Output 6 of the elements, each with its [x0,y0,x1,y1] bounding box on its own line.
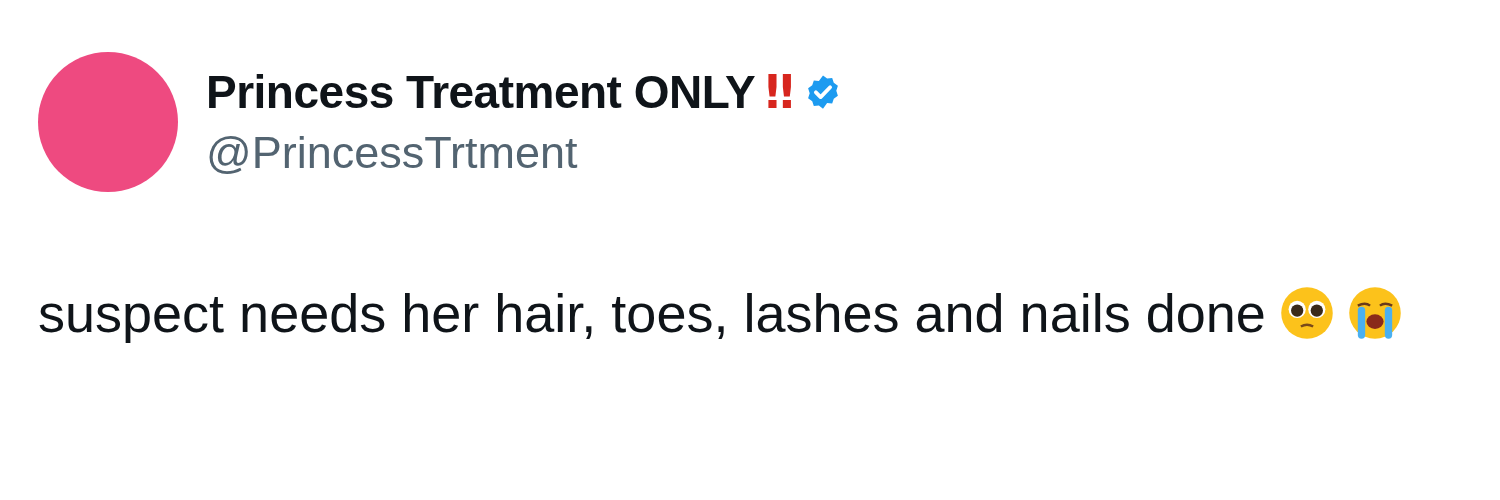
double-exclamation: ‼ [765,65,795,119]
author-name[interactable]: Princess Treatment ONLY [206,65,756,119]
crying-face-icon [1347,286,1402,340]
pleading-face-icon [1279,286,1334,340]
author-handle[interactable]: @PrincessTrtment [206,127,843,179]
tweet-text: suspect needs her hair, toes, lashes and nails done [38,282,1266,344]
